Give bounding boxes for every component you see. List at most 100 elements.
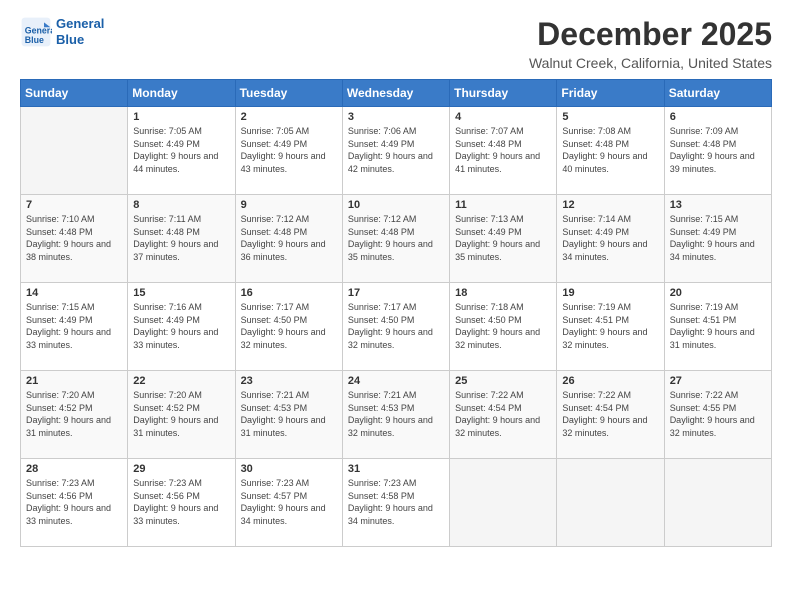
day-number: 10: [348, 199, 444, 211]
sunrise-info: Sunrise: 7:06 AM: [348, 125, 444, 138]
daylight-info: Daylight: 9 hours and 33 minutes.: [26, 502, 122, 527]
sunset-info: Sunset: 4:52 PM: [26, 402, 122, 415]
day-info: Sunrise: 7:23 AM Sunset: 4:57 PM Dayligh…: [241, 477, 337, 527]
calendar-cell: 7 Sunrise: 7:10 AM Sunset: 4:48 PM Dayli…: [21, 195, 128, 283]
sunset-info: Sunset: 4:49 PM: [241, 138, 337, 151]
sunrise-info: Sunrise: 7:21 AM: [241, 389, 337, 402]
sunset-info: Sunset: 4:51 PM: [562, 314, 658, 327]
calendar-cell: 19 Sunrise: 7:19 AM Sunset: 4:51 PM Dayl…: [557, 283, 664, 371]
calendar-cell: 18 Sunrise: 7:18 AM Sunset: 4:50 PM Dayl…: [450, 283, 557, 371]
day-info: Sunrise: 7:09 AM Sunset: 4:48 PM Dayligh…: [670, 125, 766, 175]
sunset-info: Sunset: 4:48 PM: [241, 226, 337, 239]
day-info: Sunrise: 7:08 AM Sunset: 4:48 PM Dayligh…: [562, 125, 658, 175]
calendar-header-row: Sunday Monday Tuesday Wednesday Thursday…: [21, 80, 772, 107]
sunset-info: Sunset: 4:53 PM: [241, 402, 337, 415]
calendar-cell: [557, 459, 664, 547]
day-info: Sunrise: 7:21 AM Sunset: 4:53 PM Dayligh…: [241, 389, 337, 439]
daylight-info: Daylight: 9 hours and 36 minutes.: [241, 238, 337, 263]
day-number: 14: [26, 287, 122, 299]
day-number: 24: [348, 375, 444, 387]
sunrise-info: Sunrise: 7:23 AM: [133, 477, 229, 490]
daylight-info: Daylight: 9 hours and 34 minutes.: [241, 502, 337, 527]
day-info: Sunrise: 7:22 AM Sunset: 4:55 PM Dayligh…: [670, 389, 766, 439]
sunset-info: Sunset: 4:49 PM: [133, 138, 229, 151]
day-info: Sunrise: 7:19 AM Sunset: 4:51 PM Dayligh…: [562, 301, 658, 351]
sunset-info: Sunset: 4:55 PM: [670, 402, 766, 415]
sunset-info: Sunset: 4:54 PM: [455, 402, 551, 415]
calendar-cell: [450, 459, 557, 547]
logo: General Blue General Blue: [20, 16, 104, 48]
day-number: 31: [348, 463, 444, 475]
main-title: December 2025: [529, 16, 772, 53]
sunset-info: Sunset: 4:48 PM: [133, 226, 229, 239]
sunset-info: Sunset: 4:49 PM: [455, 226, 551, 239]
sunset-info: Sunset: 4:48 PM: [348, 226, 444, 239]
day-number: 6: [670, 111, 766, 123]
sunrise-info: Sunrise: 7:11 AM: [133, 213, 229, 226]
daylight-info: Daylight: 9 hours and 38 minutes.: [26, 238, 122, 263]
sunrise-info: Sunrise: 7:15 AM: [26, 301, 122, 314]
daylight-info: Daylight: 9 hours and 35 minutes.: [455, 238, 551, 263]
sunset-info: Sunset: 4:50 PM: [348, 314, 444, 327]
sunset-info: Sunset: 4:49 PM: [562, 226, 658, 239]
sunset-info: Sunset: 4:51 PM: [670, 314, 766, 327]
sunrise-info: Sunrise: 7:23 AM: [26, 477, 122, 490]
sunrise-info: Sunrise: 7:17 AM: [348, 301, 444, 314]
sunrise-info: Sunrise: 7:19 AM: [562, 301, 658, 314]
calendar-cell: 5 Sunrise: 7:08 AM Sunset: 4:48 PM Dayli…: [557, 107, 664, 195]
day-number: 13: [670, 199, 766, 211]
sunset-info: Sunset: 4:52 PM: [133, 402, 229, 415]
day-number: 22: [133, 375, 229, 387]
logo-blue: Blue: [56, 32, 104, 48]
sunrise-info: Sunrise: 7:05 AM: [241, 125, 337, 138]
sunrise-info: Sunrise: 7:07 AM: [455, 125, 551, 138]
day-number: 26: [562, 375, 658, 387]
daylight-info: Daylight: 9 hours and 32 minutes.: [562, 414, 658, 439]
header-saturday: Saturday: [664, 80, 771, 107]
sunrise-info: Sunrise: 7:22 AM: [670, 389, 766, 402]
day-info: Sunrise: 7:14 AM Sunset: 4:49 PM Dayligh…: [562, 213, 658, 263]
sunrise-info: Sunrise: 7:05 AM: [133, 125, 229, 138]
day-info: Sunrise: 7:17 AM Sunset: 4:50 PM Dayligh…: [241, 301, 337, 351]
calendar-week-row: 21 Sunrise: 7:20 AM Sunset: 4:52 PM Dayl…: [21, 371, 772, 459]
sunset-info: Sunset: 4:48 PM: [455, 138, 551, 151]
calendar-cell: 1 Sunrise: 7:05 AM Sunset: 4:49 PM Dayli…: [128, 107, 235, 195]
day-info: Sunrise: 7:15 AM Sunset: 4:49 PM Dayligh…: [670, 213, 766, 263]
sunset-info: Sunset: 4:50 PM: [455, 314, 551, 327]
day-info: Sunrise: 7:10 AM Sunset: 4:48 PM Dayligh…: [26, 213, 122, 263]
calendar-cell: 16 Sunrise: 7:17 AM Sunset: 4:50 PM Dayl…: [235, 283, 342, 371]
calendar-cell: 6 Sunrise: 7:09 AM Sunset: 4:48 PM Dayli…: [664, 107, 771, 195]
calendar-cell: [664, 459, 771, 547]
header-sunday: Sunday: [21, 80, 128, 107]
calendar-cell: 24 Sunrise: 7:21 AM Sunset: 4:53 PM Dayl…: [342, 371, 449, 459]
header-monday: Monday: [128, 80, 235, 107]
sunset-info: Sunset: 4:48 PM: [670, 138, 766, 151]
day-info: Sunrise: 7:07 AM Sunset: 4:48 PM Dayligh…: [455, 125, 551, 175]
calendar-cell: 23 Sunrise: 7:21 AM Sunset: 4:53 PM Dayl…: [235, 371, 342, 459]
day-info: Sunrise: 7:13 AM Sunset: 4:49 PM Dayligh…: [455, 213, 551, 263]
day-number: 2: [241, 111, 337, 123]
daylight-info: Daylight: 9 hours and 32 minutes.: [348, 414, 444, 439]
sunrise-info: Sunrise: 7:15 AM: [670, 213, 766, 226]
day-info: Sunrise: 7:12 AM Sunset: 4:48 PM Dayligh…: [241, 213, 337, 263]
day-info: Sunrise: 7:05 AM Sunset: 4:49 PM Dayligh…: [133, 125, 229, 175]
calendar-week-row: 1 Sunrise: 7:05 AM Sunset: 4:49 PM Dayli…: [21, 107, 772, 195]
calendar-cell: [21, 107, 128, 195]
calendar-cell: 27 Sunrise: 7:22 AM Sunset: 4:55 PM Dayl…: [664, 371, 771, 459]
daylight-info: Daylight: 9 hours and 32 minutes.: [455, 326, 551, 351]
daylight-info: Daylight: 9 hours and 41 minutes.: [455, 150, 551, 175]
sunset-info: Sunset: 4:56 PM: [26, 490, 122, 503]
sunset-info: Sunset: 4:54 PM: [562, 402, 658, 415]
header: General Blue General Blue December 2025 …: [20, 16, 772, 71]
day-number: 15: [133, 287, 229, 299]
calendar-cell: 2 Sunrise: 7:05 AM Sunset: 4:49 PM Dayli…: [235, 107, 342, 195]
day-info: Sunrise: 7:22 AM Sunset: 4:54 PM Dayligh…: [455, 389, 551, 439]
day-number: 9: [241, 199, 337, 211]
subtitle: Walnut Creek, California, United States: [529, 55, 772, 71]
daylight-info: Daylight: 9 hours and 43 minutes.: [241, 150, 337, 175]
day-info: Sunrise: 7:19 AM Sunset: 4:51 PM Dayligh…: [670, 301, 766, 351]
day-number: 21: [26, 375, 122, 387]
calendar-cell: 13 Sunrise: 7:15 AM Sunset: 4:49 PM Dayl…: [664, 195, 771, 283]
calendar-cell: 28 Sunrise: 7:23 AM Sunset: 4:56 PM Dayl…: [21, 459, 128, 547]
calendar-cell: 25 Sunrise: 7:22 AM Sunset: 4:54 PM Dayl…: [450, 371, 557, 459]
